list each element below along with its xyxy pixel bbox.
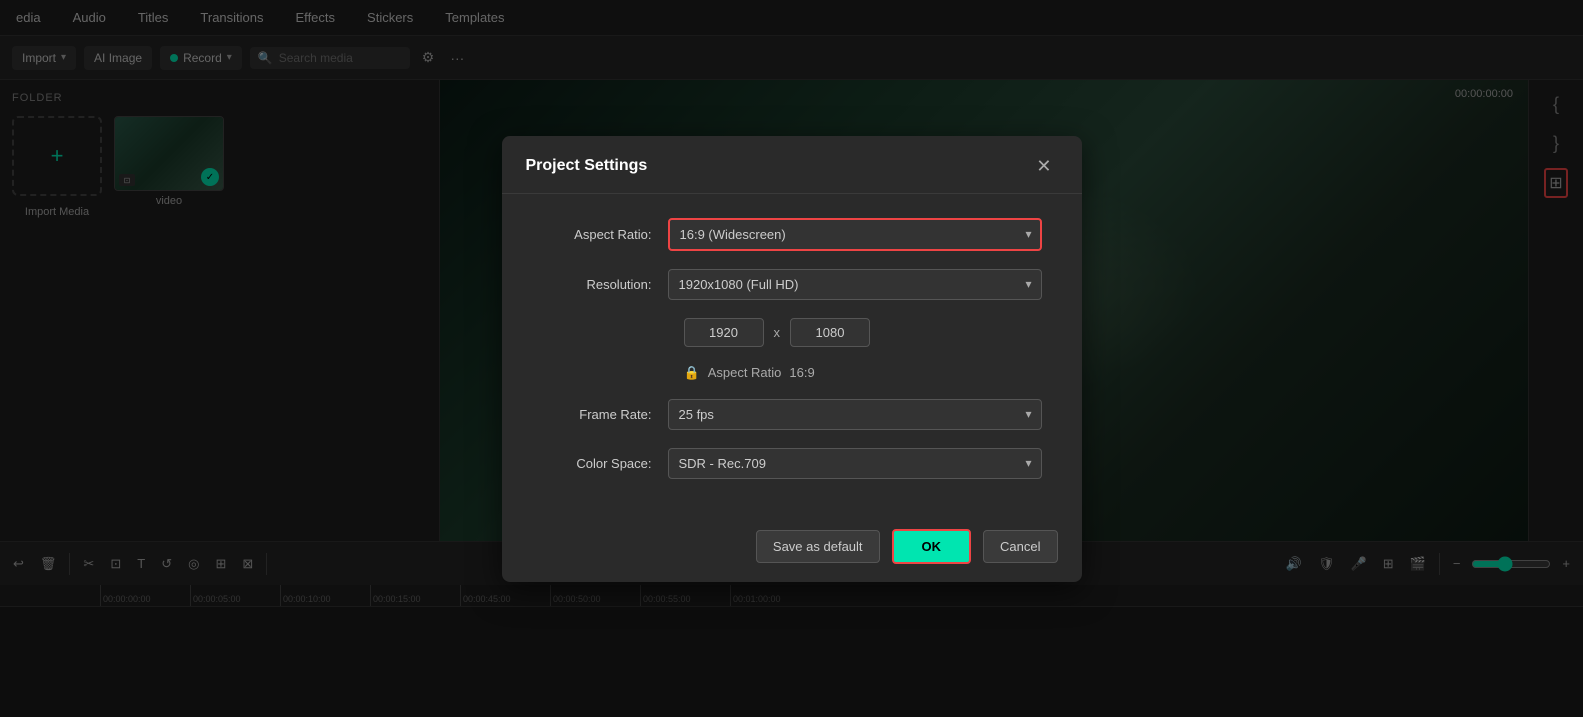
- project-settings-modal: Project Settings ✕ Aspect Ratio: 16:9 (W…: [502, 136, 1082, 582]
- resolution-label: Resolution:: [542, 277, 652, 292]
- dimension-row: x: [542, 318, 1042, 347]
- aspect-ratio-label: Aspect Ratio:: [542, 227, 652, 242]
- color-space-select-wrapper: SDR - Rec.709 HDR - Rec.2020 SDR - P3: [668, 448, 1042, 479]
- ok-button[interactable]: OK: [892, 529, 972, 564]
- aspect-ratio-info-value: 16:9: [789, 365, 814, 380]
- frame-rate-select-wrapper: 23.98 fps 24 fps 25 fps 29.97 fps 30 fps…: [668, 399, 1042, 430]
- color-space-row: Color Space: SDR - Rec.709 HDR - Rec.202…: [542, 448, 1042, 479]
- cancel-button[interactable]: Cancel: [983, 530, 1057, 563]
- frame-rate-select[interactable]: 23.98 fps 24 fps 25 fps 29.97 fps 30 fps…: [668, 399, 1042, 430]
- aspect-info: 🔒 Aspect Ratio 16:9: [684, 365, 815, 381]
- aspect-info-row: 🔒 Aspect Ratio 16:9: [542, 365, 1042, 381]
- modal-title: Project Settings: [526, 157, 648, 175]
- aspect-ratio-select-wrapper: 16:9 (Widescreen) 9:16 (Portrait) 4:3 (S…: [668, 218, 1042, 251]
- modal-body: Aspect Ratio: 16:9 (Widescreen) 9:16 (Po…: [502, 194, 1082, 517]
- modal-close-button[interactable]: ✕: [1030, 154, 1057, 179]
- frame-rate-row: Frame Rate: 23.98 fps 24 fps 25 fps 29.9…: [542, 399, 1042, 430]
- modal-footer: Save as default OK Cancel: [502, 517, 1082, 582]
- dim-x-label: x: [774, 325, 781, 340]
- aspect-ratio-select[interactable]: 16:9 (Widescreen) 9:16 (Portrait) 4:3 (S…: [668, 218, 1042, 251]
- resolution-row: Resolution: 1920x1080 (Full HD) 1280x720…: [542, 269, 1042, 300]
- frame-rate-label: Frame Rate:: [542, 407, 652, 422]
- aspect-ratio-row: Aspect Ratio: 16:9 (Widescreen) 9:16 (Po…: [542, 218, 1042, 251]
- resolution-select[interactable]: 1920x1080 (Full HD) 1280x720 (HD) 3840x2…: [668, 269, 1042, 300]
- lock-icon: 🔒: [684, 365, 700, 381]
- color-space-select[interactable]: SDR - Rec.709 HDR - Rec.2020 SDR - P3: [668, 448, 1042, 479]
- color-space-label: Color Space:: [542, 456, 652, 471]
- aspect-ratio-info-label: Aspect Ratio: [708, 365, 782, 380]
- modal-overlay: Project Settings ✕ Aspect Ratio: 16:9 (W…: [0, 0, 1583, 717]
- dimension-inputs: x: [684, 318, 871, 347]
- modal-header: Project Settings ✕: [502, 136, 1082, 194]
- height-input[interactable]: [790, 318, 870, 347]
- save-as-default-button[interactable]: Save as default: [756, 530, 880, 563]
- resolution-select-wrapper: 1920x1080 (Full HD) 1280x720 (HD) 3840x2…: [668, 269, 1042, 300]
- width-input[interactable]: [684, 318, 764, 347]
